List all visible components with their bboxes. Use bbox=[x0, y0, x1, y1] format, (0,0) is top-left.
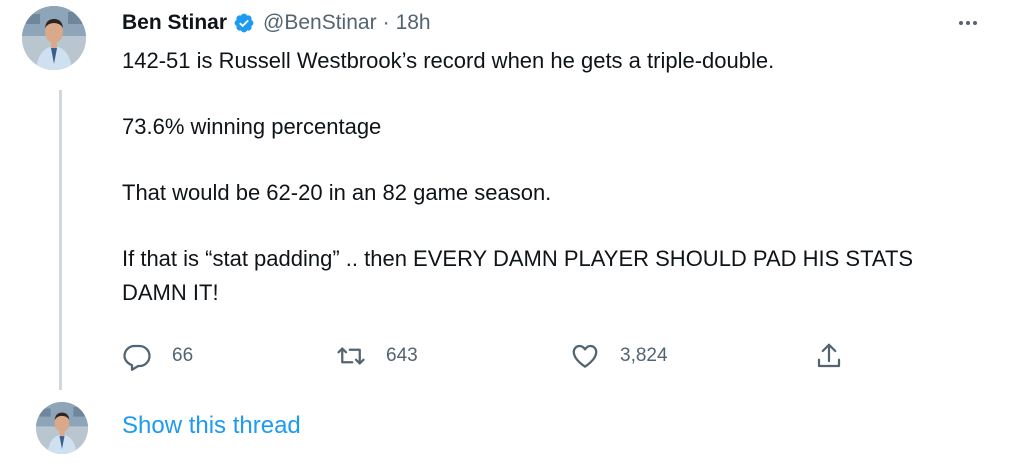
heart-icon bbox=[572, 344, 598, 368]
separator-dot: · bbox=[382, 11, 390, 34]
tweet-header: Ben Stinar @BenStinar · 18h bbox=[122, 10, 431, 36]
display-name[interactable]: Ben Stinar bbox=[122, 11, 227, 35]
thread-connector-line bbox=[59, 90, 62, 390]
reply-icon bbox=[123, 344, 151, 371]
tweet-paragraph: 73.6% winning percentage bbox=[122, 114, 382, 139]
tweet-paragraph: 142-51 is Russell Westbrook’s record whe… bbox=[122, 48, 775, 73]
show-thread-link[interactable]: Show this thread bbox=[122, 412, 301, 440]
avatar-photo bbox=[36, 402, 88, 454]
reply-count: 66 bbox=[172, 345, 194, 366]
avatar-photo bbox=[22, 6, 86, 70]
share-button[interactable] bbox=[814, 338, 864, 374]
retweet-button[interactable]: 643 bbox=[336, 338, 418, 374]
share-icon bbox=[817, 343, 841, 368]
like-button[interactable]: 3,824 bbox=[570, 338, 668, 374]
avatar[interactable] bbox=[22, 6, 86, 70]
action-bar: 66 643 3,824 bbox=[122, 338, 882, 374]
timestamp[interactable]: 18h bbox=[396, 11, 431, 35]
reply-button[interactable]: 66 bbox=[122, 338, 193, 374]
handle[interactable]: @BenStinar bbox=[263, 11, 377, 35]
more-options-icon[interactable] bbox=[955, 10, 981, 36]
tweet-paragraph: That would be 62-20 in an 82 game season… bbox=[122, 180, 552, 205]
tweet-paragraph: If that is “stat padding” .. then EVERY … bbox=[122, 246, 914, 305]
tweet-text: 142-51 is Russell Westbrook’s record whe… bbox=[122, 44, 982, 310]
thread-avatar[interactable] bbox=[36, 402, 88, 454]
tweet[interactable]: Ben Stinar @BenStinar · 18h 142-51 is Ru… bbox=[0, 0, 1024, 472]
verified-badge-icon bbox=[233, 12, 255, 34]
like-count: 3,824 bbox=[620, 345, 668, 366]
retweet-count: 643 bbox=[386, 345, 418, 366]
retweet-icon bbox=[337, 347, 365, 365]
